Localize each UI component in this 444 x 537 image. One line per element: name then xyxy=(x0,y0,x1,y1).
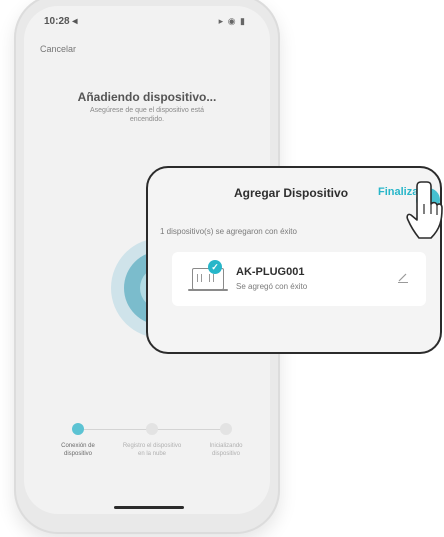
dialog-title: Agregar Dispositivo xyxy=(234,186,349,200)
success-note: 1 dispositivo(s) se agregaron con éxito xyxy=(160,227,297,236)
device-list-item[interactable]: ✓ AK-PLUG001 Se agregó con éxito xyxy=(172,252,426,306)
step-1-label: Conexión de dispositivo xyxy=(61,443,95,457)
status-indicators: ▸ ◉ ▮ xyxy=(218,16,246,26)
step-3-label: Inicializando dispositivo xyxy=(209,443,243,457)
home-indicator[interactable] xyxy=(114,506,184,509)
step-1-dot xyxy=(72,423,84,435)
add-device-dialog: Agregar Dispositivo Finalizado 1 disposi… xyxy=(146,166,442,354)
cancel-button[interactable]: Cancelar xyxy=(40,44,76,54)
tap-hand-icon xyxy=(406,181,443,239)
page-subtitle: Asegúrese de que el dispositivo está enc… xyxy=(89,107,205,123)
step-2-label: Registro el dispositivo en la nube xyxy=(122,443,182,457)
check-icon: ✓ xyxy=(208,260,222,274)
step-3-dot xyxy=(220,423,232,435)
page-title: Añadiendo dispositivo... xyxy=(77,90,217,104)
device-status: Se agregó con éxito xyxy=(236,282,308,291)
step-2-dot xyxy=(146,423,158,435)
device-icon-base xyxy=(188,289,228,291)
device-name: AK-PLUG001 xyxy=(236,266,305,278)
edit-icon[interactable] xyxy=(396,270,410,284)
status-time: 10:28 ◂ xyxy=(44,16,78,27)
